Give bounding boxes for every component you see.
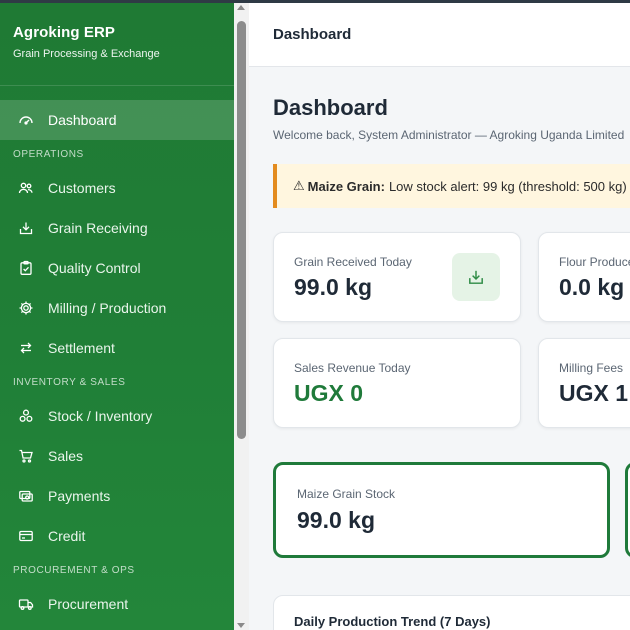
sidebar-item-grain-receiving[interactable]: Grain Receiving — [0, 208, 234, 248]
scrollbar-thumb[interactable] — [237, 21, 246, 439]
main-area: Dashboard Dashboard Welcome back, System… — [249, 3, 630, 630]
arrows-exchange-icon — [17, 339, 35, 357]
app-name: Agroking ERP — [13, 24, 116, 41]
boxes-icon — [17, 407, 35, 425]
sidebar-item-label: Grain Receiving — [48, 220, 148, 236]
stock-row: Maize Grain Stock 99.0 kg — [273, 462, 630, 562]
warning-icon: ⚠ — [293, 178, 305, 193]
cart-icon — [17, 447, 35, 465]
sidebar-item-credit[interactable]: Credit — [0, 516, 234, 556]
sidebar-item-label: Stock / Inventory — [48, 408, 153, 424]
alert-title: Maize Grain: — [307, 178, 385, 194]
sidebar-item-label: Procurement — [48, 596, 129, 612]
credit-card-icon — [17, 527, 35, 545]
stat-value: 0.0 kg — [559, 274, 625, 300]
alert-message: Low stock alert: 99 kg (threshold: 500 k… — [388, 178, 627, 194]
production-trend-card: Daily Production Trend (7 Days) — [273, 595, 630, 630]
clipboard-check-icon — [17, 259, 35, 277]
sidebar-item-label: Settlement — [48, 340, 115, 356]
stat-value: UGX 0 — [294, 380, 364, 406]
sidebar-item-sales[interactable]: Sales — [0, 436, 234, 476]
sidebar-item-quality-control[interactable]: Quality Control — [0, 248, 234, 288]
sidebar-item-label: Milling / Production — [48, 300, 167, 316]
sidebar-item-label: Dashboard — [48, 112, 117, 128]
stat-label: Sales Revenue Today — [294, 361, 411, 375]
nav-section-operations: OPERATIONS — [13, 149, 84, 160]
sidebar: Agroking ERP Grain Processing & Exchange… — [0, 0, 234, 630]
topbar-title: Dashboard — [273, 26, 352, 43]
dashboard-content: Dashboard Welcome back, System Administr… — [249, 95, 630, 562]
scroll-down-arrow-icon[interactable] — [237, 623, 245, 628]
truck-icon — [17, 595, 35, 613]
sidebar-item-label: Sales — [48, 448, 84, 464]
sidebar-item-milling-production[interactable]: Milling / Production — [0, 288, 234, 328]
stat-card-grain-received[interactable]: Grain Received Today 99.0 kg — [273, 232, 521, 322]
stock-card-next[interactable] — [625, 462, 630, 558]
stat-label: Milling Fees — [559, 361, 624, 375]
sidebar-item-label: Quality Control — [48, 260, 141, 276]
sidebar-item-procurement[interactable]: Procurement — [0, 584, 234, 624]
sidebar-item-label: Customers — [48, 180, 116, 196]
sidebar-item-customers[interactable]: Customers — [0, 168, 234, 208]
stock-card-maize-grain[interactable]: Maize Grain Stock 99.0 kg — [273, 462, 610, 558]
brand: Agroking ERP Grain Processing & Exchange — [0, 0, 234, 86]
sidebar-item-stock-inventory[interactable]: Stock / Inventory — [0, 396, 234, 436]
receive-icon — [17, 219, 35, 237]
low-stock-alert: ⚠ Maize Grain: Low stock alert: 99 kg (t… — [273, 164, 630, 208]
page-subtitle: Welcome back, System Administrator — Agr… — [273, 128, 625, 142]
download-icon — [452, 253, 500, 301]
sidebar-item-label: Payments — [48, 488, 111, 504]
nav-section-procurement-ops: PROCUREMENT & OPS — [13, 565, 135, 576]
sidebar-item-dashboard[interactable]: Dashboard — [0, 100, 234, 140]
app-tagline: Grain Processing & Exchange — [13, 48, 160, 60]
page-title: Dashboard — [273, 95, 388, 120]
sidebar-item-settlement[interactable]: Settlement — [0, 328, 234, 368]
stock-label: Maize Grain Stock — [297, 487, 396, 501]
stat-card-sales-revenue[interactable]: Sales Revenue Today UGX 0 — [273, 338, 521, 428]
users-icon — [17, 179, 35, 197]
sidebar-scrollbar[interactable] — [234, 3, 249, 630]
sidebar-item-label: Credit — [48, 528, 86, 544]
stat-card-flour-produced[interactable]: Flour Produced Today 0.0 kg — [538, 232, 630, 322]
top-bar: Dashboard — [249, 3, 630, 67]
sidebar-nav: Dashboard OPERATIONS Customers Grain Rec… — [0, 86, 234, 624]
stats-grid: Grain Received Today 99.0 kg Flour Produ… — [273, 232, 630, 432]
cash-icon — [17, 487, 35, 505]
trend-title: Daily Production Trend (7 Days) — [294, 614, 491, 629]
window-top-border — [0, 0, 630, 3]
gear-icon — [17, 299, 35, 317]
sidebar-item-payments[interactable]: Payments — [0, 476, 234, 516]
stat-value: UGX 1 — [559, 380, 629, 406]
stat-label: Flour Produced Today — [559, 255, 630, 269]
stat-card-milling-fees[interactable]: Milling Fees UGX 1 — [538, 338, 630, 428]
scroll-up-arrow-icon[interactable] — [237, 5, 245, 10]
gauge-icon — [17, 111, 35, 129]
nav-section-inventory-sales: INVENTORY & SALES — [13, 377, 126, 388]
stock-value: 99.0 kg — [297, 507, 375, 533]
